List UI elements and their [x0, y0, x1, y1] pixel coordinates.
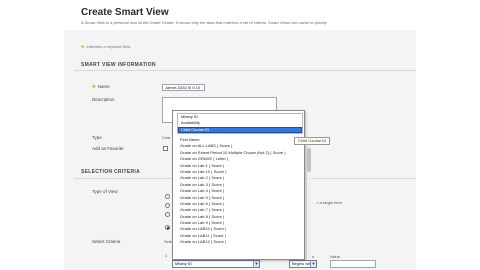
type-label: Type	[92, 135, 102, 140]
criteria-field-select[interactable]: Mtiany ID ▼	[172, 260, 260, 268]
required-note-text: Indicates a required field.	[86, 44, 132, 49]
right-letterbox	[416, 0, 480, 270]
page-intro: A Smart View is a personal look at the G…	[81, 20, 327, 25]
required-star-icon: ✱	[92, 84, 96, 89]
dropdown-top-group: Mtiany ID Availability Child Course ID	[177, 113, 303, 135]
dropdown-option-group: First Name Grade on ALL LABS ( Score ) G…	[177, 137, 303, 246]
dropdown-option-selected[interactable]: Child Course ID	[178, 126, 302, 134]
criteria-row-number: 1	[165, 253, 168, 258]
option-tooltip: Child Course ID	[294, 137, 331, 145]
chevron-down-icon: ▼	[253, 261, 259, 267]
view-type-radio[interactable]	[165, 212, 170, 217]
view-type-radio[interactable]	[165, 203, 170, 208]
criteria-field-select-value: Mtiany ID	[175, 261, 192, 266]
dropdown-scrollbar[interactable]	[306, 138, 311, 260]
favorite-label: Add as Favorite	[92, 146, 124, 151]
scrollbar-thumb[interactable]	[307, 148, 311, 172]
section-heading-selection-criteria: SELECTION CRITERIA	[81, 169, 141, 175]
create-smart-view-page: Create Smart View A Smart View is a pers…	[64, 0, 416, 270]
view-type-radio-selected[interactable]	[165, 225, 170, 230]
page-title: Create Smart View	[81, 7, 169, 18]
view-type-radio[interactable]	[165, 194, 170, 199]
name-label-text: Name	[97, 84, 110, 89]
operator-label: n	[312, 254, 315, 259]
description-label: Description	[92, 97, 115, 102]
left-letterbox	[0, 0, 64, 270]
type-of-view-note: r a single item	[317, 200, 342, 205]
value-label: Value	[330, 254, 340, 259]
name-label: ✱ Name	[92, 84, 110, 90]
type-value: Cust	[162, 135, 171, 140]
type-of-view-label: Type of View	[92, 189, 118, 194]
page-header: Create Smart View A Smart View is a pers…	[64, 0, 416, 30]
chevron-down-icon: ▼	[310, 261, 316, 267]
operator-select[interactable]: Begins with ▼	[289, 260, 317, 268]
dropdown-option[interactable]: Grade on LAB12 ( Score )	[177, 239, 303, 245]
criteria-dropdown-list[interactable]: Mtiany ID Availability Child Course ID F…	[172, 110, 305, 260]
section-heading-smart-view-info: SMART VIEW INFORMATION	[81, 62, 156, 68]
section-divider	[74, 70, 416, 71]
required-star-icon: ✱	[81, 44, 85, 49]
value-field[interactable]	[330, 260, 376, 268]
favorite-checkbox[interactable]	[163, 146, 168, 151]
required-note: ✱ Indicates a required field.	[81, 44, 131, 49]
select-criteria-label: Select Criteria	[92, 239, 121, 244]
name-field[interactable]: James 5352 III 6 10	[162, 84, 205, 91]
